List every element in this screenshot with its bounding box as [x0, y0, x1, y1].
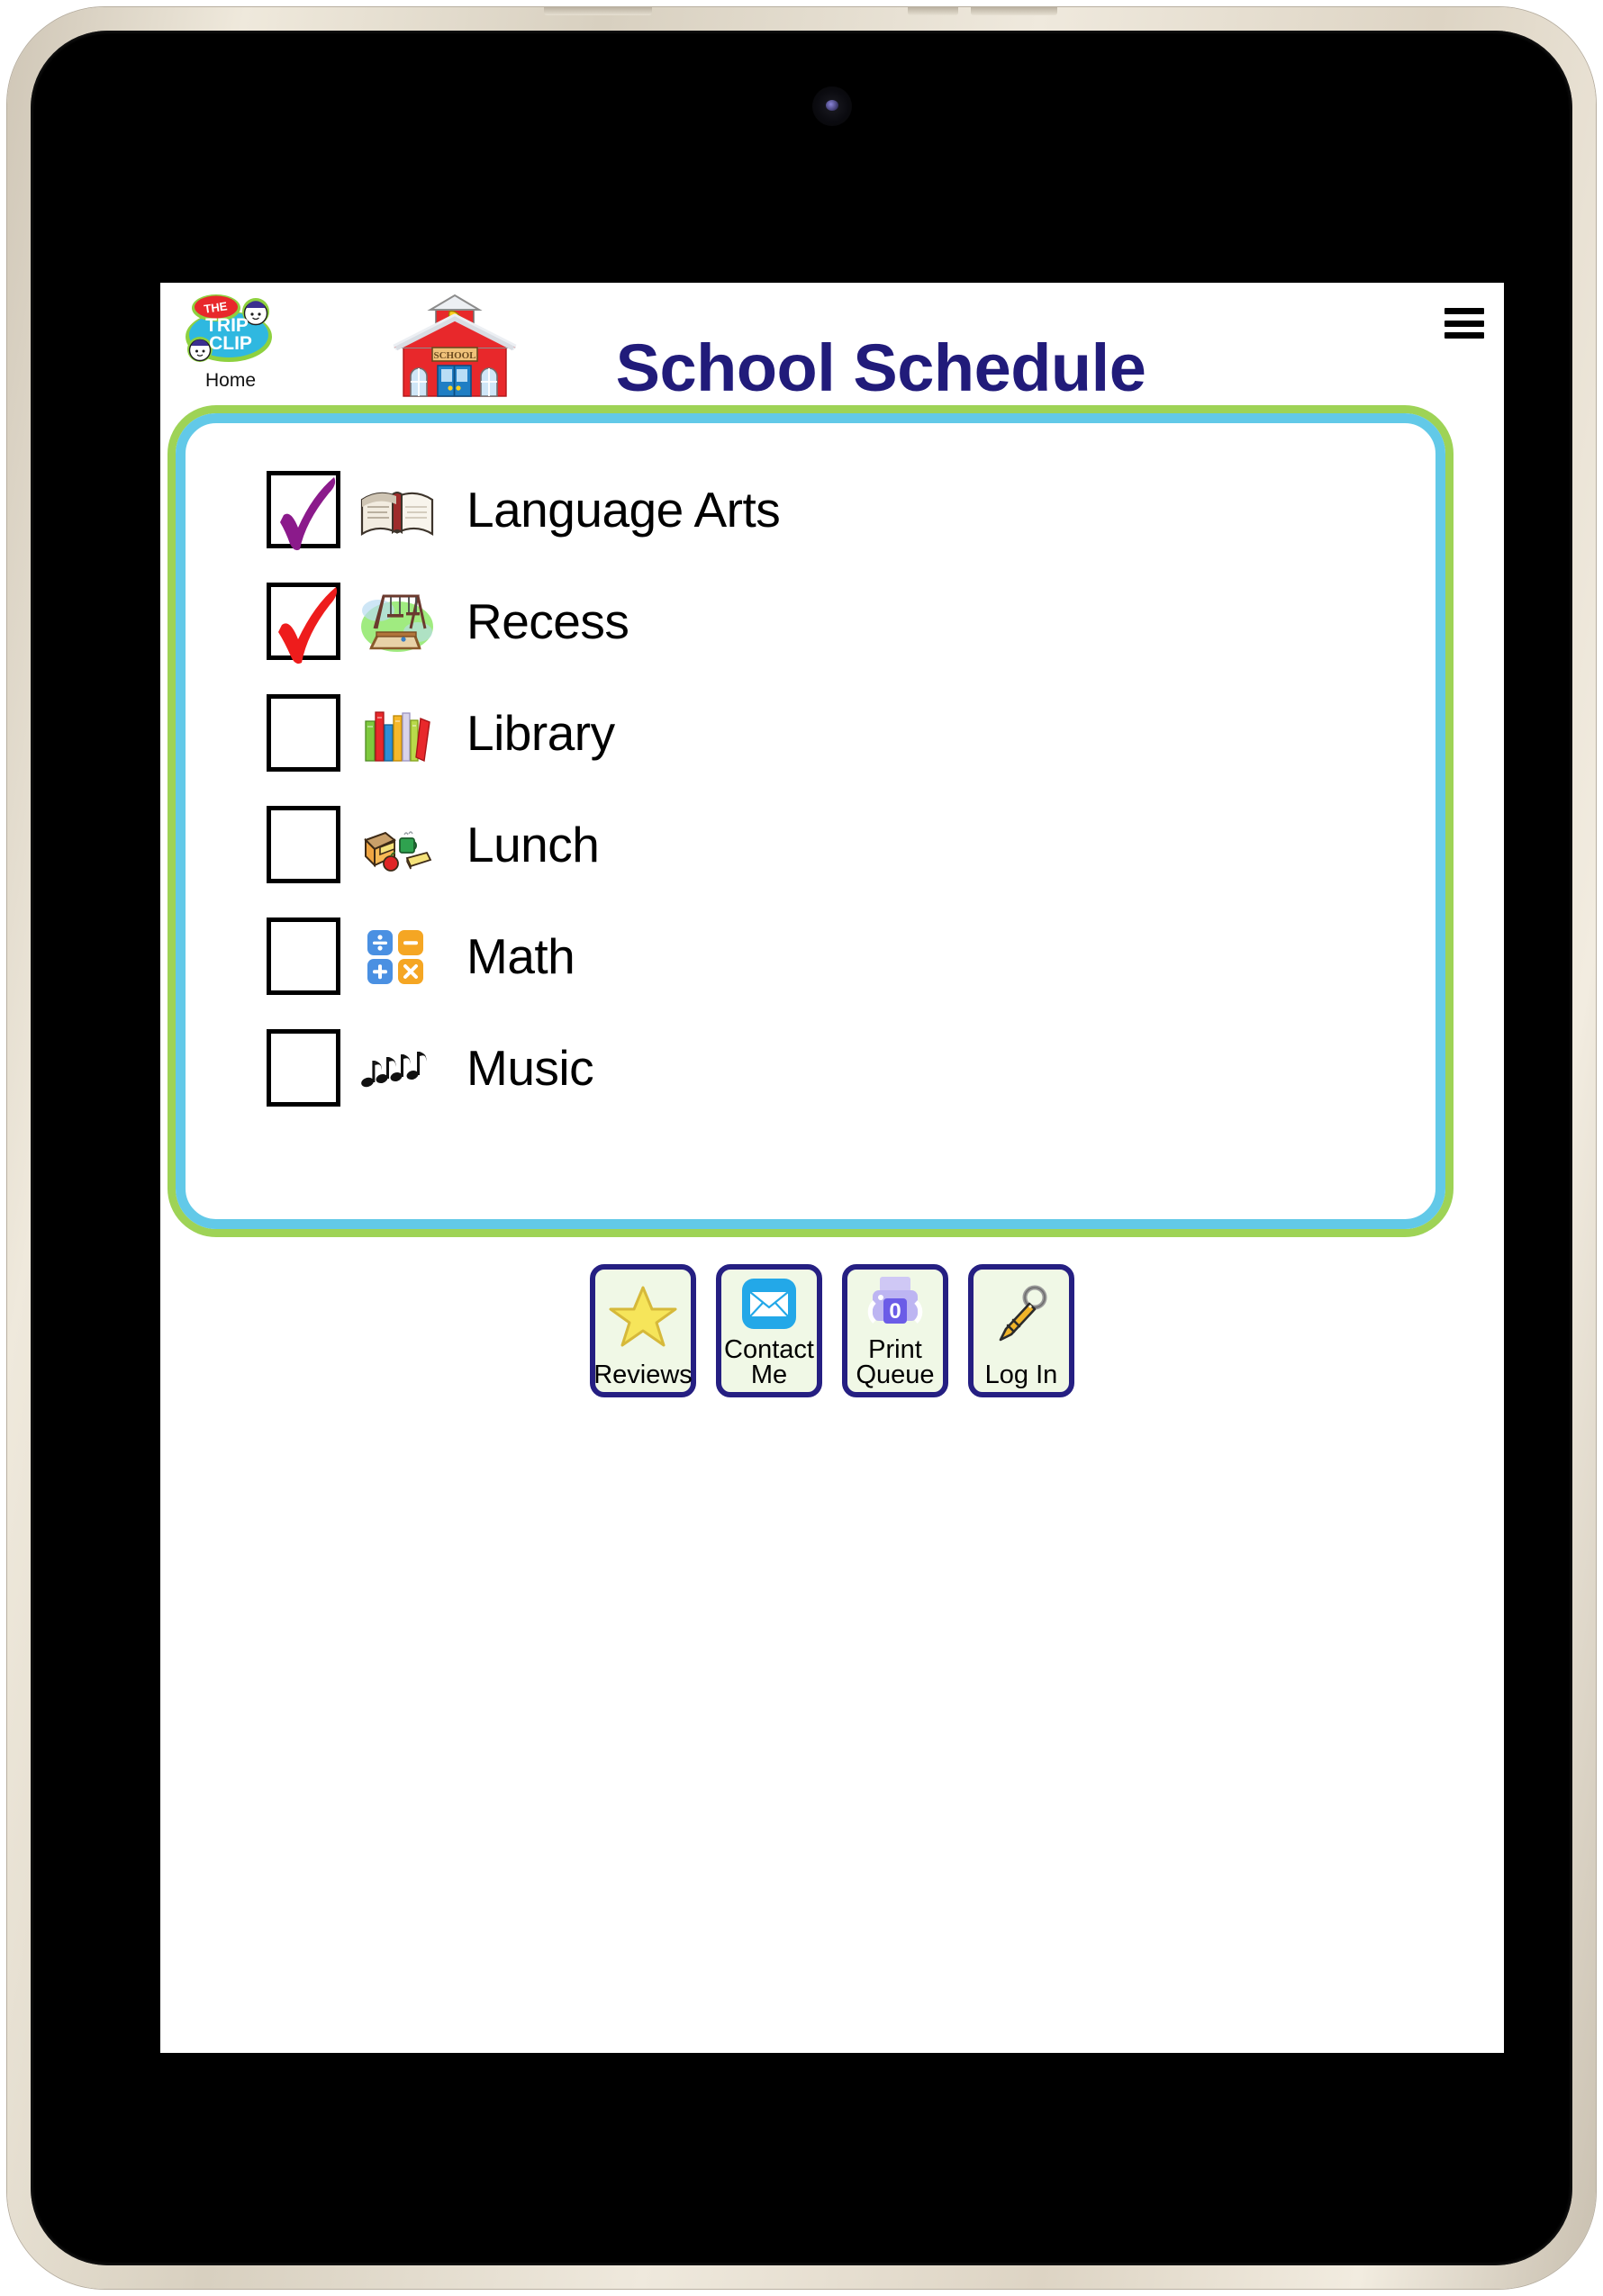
volume-button-2[interactable]: [971, 7, 1057, 15]
tablet-screen: 12:45 PM Tue Oct 22 9%: [160, 155, 1504, 2188]
home-link-label[interactable]: Home: [180, 370, 281, 392]
action-button-row: Reviews Contact Me 0 Print Queue Log In: [160, 1264, 1504, 1397]
trip-clip-logo-link[interactable]: THE TRIP CLIP Home: [180, 290, 281, 392]
key-icon: [974, 1270, 1069, 1363]
checklist-item-lunch[interactable]: Lunch: [186, 789, 1435, 900]
button-label: Log In: [984, 1360, 1058, 1390]
checkbox-lunch[interactable]: [267, 806, 340, 883]
star-icon: [595, 1270, 691, 1363]
page-title: School Schedule: [615, 330, 1146, 405]
checkbox-language-arts[interactable]: [267, 471, 340, 551]
schedule-card: Language Arts Recess Library Lunch Math …: [168, 405, 1454, 1237]
device-top-buttons: [7, 7, 1596, 20]
printer-icon: 0: [847, 1270, 943, 1338]
check-icon: [278, 587, 338, 664]
button-label: Reviews: [593, 1360, 693, 1390]
svg-text:CLIP: CLIP: [209, 333, 252, 354]
checklist-item-music[interactable]: Music: [186, 1012, 1435, 1124]
reviews-button[interactable]: Reviews: [590, 1264, 696, 1397]
music-notes-icon: [358, 1034, 436, 1102]
print-queue-count: 0: [889, 1299, 901, 1324]
front-camera-icon: [812, 86, 852, 126]
playground-icon: [358, 587, 436, 655]
open-book-icon: [358, 475, 436, 544]
device-bezel: 12:45 PM Tue Oct 22 9%: [31, 31, 1572, 2265]
math-symbols-icon: [358, 922, 436, 990]
tablet-device: 12:45 PM Tue Oct 22 9%: [7, 7, 1596, 2289]
checklist-item-recess[interactable]: Recess: [186, 565, 1435, 677]
checklist-item-language-arts[interactable]: Language Arts: [186, 454, 1435, 565]
checklist-label: Music: [466, 1040, 594, 1096]
checkbox-library[interactable]: [267, 694, 340, 772]
books-icon: [358, 699, 436, 767]
checklist-label: Recess: [466, 593, 629, 649]
checklist-item-math[interactable]: Math: [186, 900, 1435, 1012]
checkbox-recess[interactable]: [267, 583, 340, 664]
contact-me-button[interactable]: Contact Me: [716, 1264, 822, 1397]
button-label: Contact Me: [724, 1335, 814, 1390]
checklist-label: Lunch: [466, 817, 600, 872]
check-icon: [280, 477, 336, 551]
checkbox-math[interactable]: [267, 917, 340, 995]
log-in-button[interactable]: Log In: [968, 1264, 1074, 1397]
checklist-label: Library: [466, 705, 615, 761]
button-label: Print Queue: [856, 1335, 935, 1390]
lunchbox-icon: [358, 810, 436, 879]
volume-button[interactable]: [544, 7, 652, 15]
web-page-content: THE TRIP CLIP Home SCHOOL School Schedul…: [160, 283, 1504, 2053]
hamburger-menu-icon[interactable]: [1445, 308, 1484, 339]
trip-clip-logo: THE TRIP CLIP: [186, 294, 272, 362]
print-queue-button[interactable]: 0 Print Queue: [842, 1264, 948, 1397]
power-button[interactable]: [908, 7, 958, 15]
checklist-label: Language Arts: [466, 482, 781, 538]
checklist-item-library[interactable]: Library: [186, 677, 1435, 789]
checkbox-music[interactable]: [267, 1029, 340, 1107]
checklist-label: Math: [466, 928, 575, 984]
envelope-icon: [721, 1270, 817, 1338]
